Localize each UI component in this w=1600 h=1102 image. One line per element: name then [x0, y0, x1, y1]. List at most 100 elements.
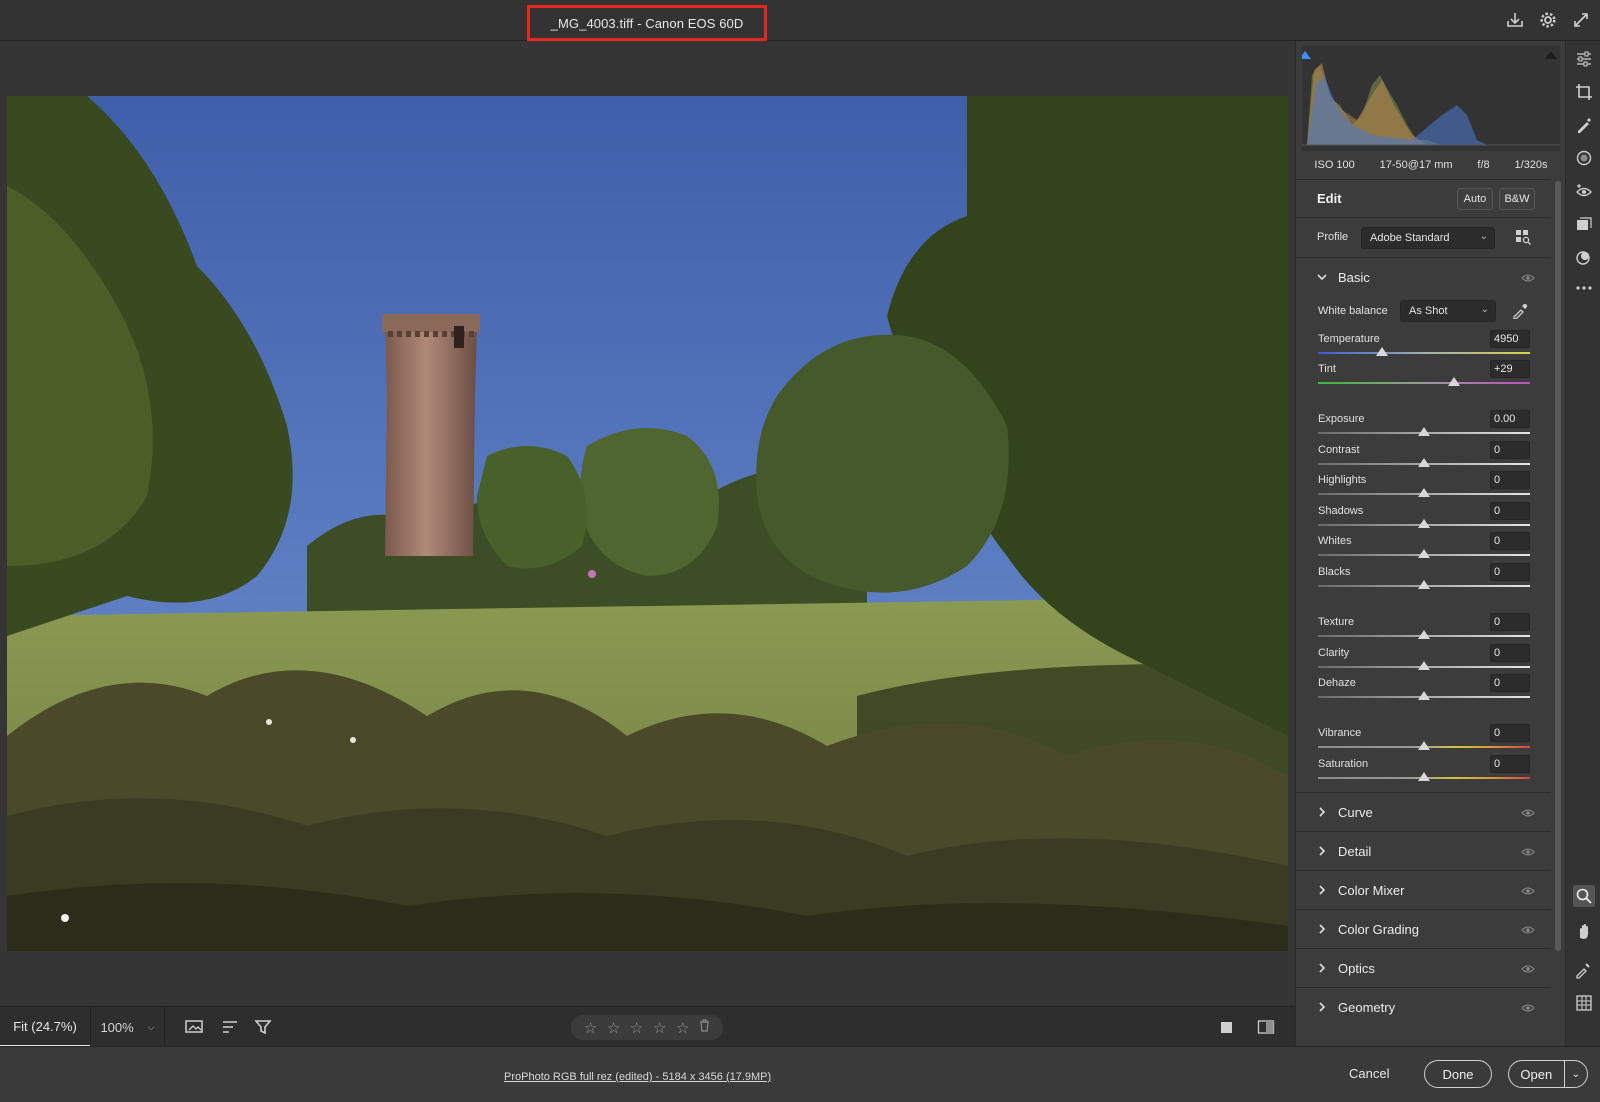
chevron-right-icon[interactable] — [1316, 845, 1328, 857]
red-eye-icon[interactable] — [1573, 180, 1595, 202]
slider-value-input[interactable]: 0 — [1490, 471, 1530, 489]
bw-button[interactable]: B&W — [1499, 188, 1535, 210]
slider-vibrance[interactable]: Vibrance 0 — [1318, 724, 1530, 757]
slider-value-input[interactable]: 0 — [1490, 613, 1530, 631]
eye-icon[interactable] — [1521, 886, 1535, 896]
star-icon[interactable]: ☆ — [676, 1019, 689, 1037]
panel-scrollbar[interactable] — [1555, 181, 1561, 951]
section-color-grading[interactable]: Color Grading — [1296, 909, 1551, 948]
slider-temperature[interactable]: Temperature 4950 — [1318, 330, 1530, 363]
image-canvas[interactable] — [0, 41, 1295, 1006]
filter-icon[interactable] — [252, 1017, 274, 1037]
mask-icon[interactable] — [1573, 147, 1595, 169]
zoom-icon[interactable] — [1573, 885, 1595, 907]
fullscreen-icon[interactable] — [1571, 10, 1591, 30]
eye-icon[interactable] — [1521, 1003, 1535, 1013]
star-icon[interactable]: ☆ — [653, 1019, 666, 1037]
slider-thumb[interactable] — [1418, 741, 1430, 750]
slider-value-input[interactable]: 4950 — [1490, 330, 1530, 348]
slider-clarity[interactable]: Clarity 0 — [1318, 644, 1530, 677]
slider-value-input[interactable]: 0 — [1490, 563, 1530, 581]
section-optics[interactable]: Optics — [1296, 948, 1551, 987]
slider-exposure[interactable]: Exposure 0.00 — [1318, 410, 1530, 443]
slider-thumb[interactable] — [1418, 488, 1430, 497]
slider-blacks[interactable]: Blacks 0 — [1318, 563, 1530, 596]
more-icon[interactable] — [1573, 277, 1595, 299]
gear-icon[interactable] — [1538, 10, 1558, 30]
eye-icon[interactable] — [1521, 925, 1535, 935]
slider-thumb[interactable] — [1418, 661, 1430, 670]
slider-value-input[interactable]: 0 — [1490, 441, 1530, 459]
slider-value-input[interactable]: 0 — [1490, 755, 1530, 773]
slider-value-input[interactable]: 0 — [1490, 724, 1530, 742]
slider-tint[interactable]: Tint +29 — [1318, 360, 1530, 393]
chevron-right-icon[interactable] — [1316, 962, 1328, 974]
chevron-down-icon[interactable]: ⌵ — [148, 1022, 155, 1033]
star-rating[interactable]: ☆ ☆ ☆ ☆ ☆ — [571, 1015, 723, 1040]
chevron-right-icon[interactable] — [1316, 923, 1328, 935]
slider-value-input[interactable]: 0 — [1490, 532, 1530, 550]
eye-icon[interactable] — [1521, 273, 1535, 283]
slider-thumb[interactable] — [1447, 377, 1460, 386]
basic-section-header[interactable]: Basic — [1296, 257, 1551, 295]
chevron-right-icon[interactable] — [1316, 1001, 1328, 1013]
slider-thumb[interactable] — [1418, 691, 1430, 700]
chevron-right-icon[interactable] — [1316, 806, 1328, 818]
section-detail[interactable]: Detail — [1296, 831, 1551, 870]
open-button[interactable]: Open ⌄ — [1508, 1060, 1588, 1088]
workflow-options-link[interactable]: ProPhoto RGB full rez (edited) - 5184 x … — [504, 1071, 771, 1083]
slider-thumb[interactable] — [1418, 772, 1430, 781]
slider-thumb[interactable] — [1418, 427, 1430, 436]
done-button[interactable]: Done — [1424, 1060, 1492, 1088]
slider-contrast[interactable]: Contrast 0 — [1318, 441, 1530, 474]
section-curve[interactable]: Curve — [1296, 792, 1551, 831]
slider-thumb[interactable] — [1418, 580, 1430, 589]
sort-icon[interactable] — [219, 1017, 241, 1037]
slider-track[interactable] — [1318, 352, 1530, 354]
zoom-fit-button[interactable]: Fit (24.7%) — [0, 1007, 90, 1047]
slider-thumb[interactable] — [1418, 519, 1430, 528]
presets-icon[interactable] — [1573, 213, 1595, 235]
star-icon[interactable]: ☆ — [584, 1019, 597, 1037]
slider-highlights[interactable]: Highlights 0 — [1318, 471, 1530, 504]
slider-dehaze[interactable]: Dehaze 0 — [1318, 674, 1530, 707]
slider-whites[interactable]: Whites 0 — [1318, 532, 1530, 565]
star-icon[interactable]: ☆ — [630, 1019, 643, 1037]
photo-preview[interactable] — [7, 96, 1288, 951]
slider-value-input[interactable]: 0 — [1490, 674, 1530, 692]
single-view-icon[interactable] — [1216, 1017, 1238, 1037]
slider-value-input[interactable]: 0.00 — [1490, 410, 1530, 428]
slider-thumb[interactable] — [1375, 347, 1388, 356]
profile-browser-icon[interactable] — [1515, 229, 1533, 247]
slider-thumb[interactable] — [1418, 458, 1430, 467]
crop-icon[interactable] — [1573, 81, 1595, 103]
slider-shadows[interactable]: Shadows 0 — [1318, 502, 1530, 535]
healing-brush-icon[interactable] — [1573, 114, 1595, 136]
white-balance-select[interactable]: As Shot ⌄ — [1400, 300, 1496, 322]
chevron-down-icon[interactable]: ⌄ — [1563, 1061, 1587, 1087]
cancel-button[interactable]: Cancel — [1349, 1066, 1389, 1081]
slider-saturation[interactable]: Saturation 0 — [1318, 755, 1530, 788]
slider-value-input[interactable]: +29 — [1490, 360, 1530, 378]
slider-value-input[interactable]: 0 — [1490, 502, 1530, 520]
trash-icon[interactable] — [699, 1019, 710, 1036]
eye-icon[interactable] — [1521, 847, 1535, 857]
chevron-down-icon[interactable] — [1316, 271, 1328, 283]
slider-thumb[interactable] — [1418, 549, 1430, 558]
eye-icon[interactable] — [1521, 964, 1535, 974]
slider-track[interactable] — [1318, 382, 1530, 384]
auto-button[interactable]: Auto — [1457, 188, 1493, 210]
profile-select[interactable]: Adobe Standard ⌄ — [1361, 227, 1495, 249]
slider-texture[interactable]: Texture 0 — [1318, 613, 1530, 646]
edit-sliders-icon[interactable] — [1573, 48, 1595, 70]
filmstrip-icon[interactable] — [184, 1017, 206, 1037]
snapshots-icon[interactable] — [1573, 246, 1595, 268]
slider-thumb[interactable] — [1418, 630, 1430, 639]
grid-icon[interactable] — [1573, 992, 1595, 1014]
chevron-right-icon[interactable] — [1316, 884, 1328, 896]
section-color-mixer[interactable]: Color Mixer — [1296, 870, 1551, 909]
hand-icon[interactable] — [1573, 920, 1595, 942]
star-icon[interactable]: ☆ — [607, 1019, 620, 1037]
before-after-icon[interactable] — [1255, 1017, 1277, 1037]
slider-value-input[interactable]: 0 — [1490, 644, 1530, 662]
